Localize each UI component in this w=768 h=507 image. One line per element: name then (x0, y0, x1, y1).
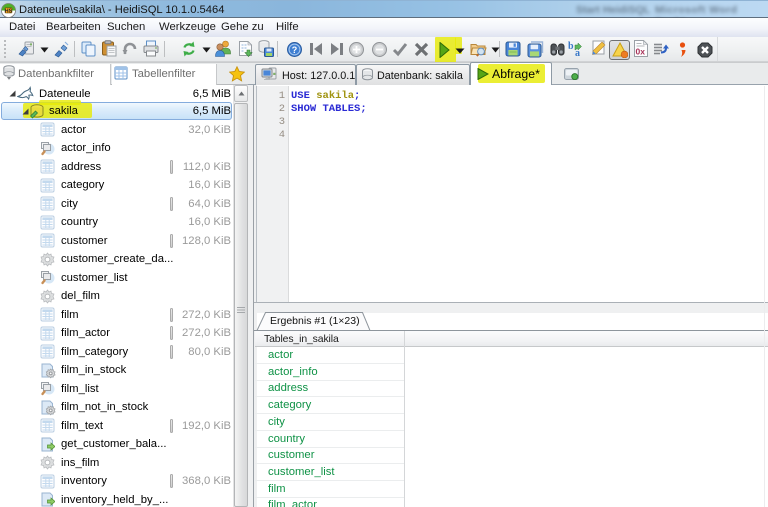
svg-text:?: ? (292, 45, 298, 55)
svg-text:0x: 0x (636, 47, 646, 57)
svg-text:HS: HS (5, 9, 13, 15)
svg-text:b: b (568, 41, 574, 52)
